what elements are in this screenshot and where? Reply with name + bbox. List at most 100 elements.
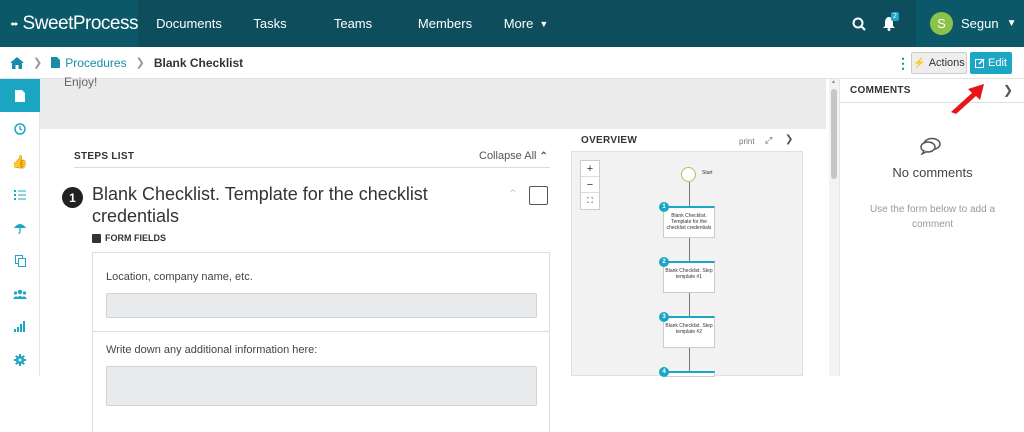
scroll-up-arrow-icon[interactable]: ▲ bbox=[831, 79, 836, 85]
user-menu[interactable]: S Segun ▼ bbox=[916, 0, 1024, 47]
zoom-controls: + − ⛶ bbox=[580, 160, 600, 210]
flow-node-1[interactable]: Blank Checklist. Template for the checkl… bbox=[663, 206, 715, 238]
form-fields-label: FORM FIELDS bbox=[105, 233, 166, 243]
comments-header: COMMENTS bbox=[840, 79, 1024, 103]
expand-icon[interactable]: ⤢ bbox=[765, 135, 772, 146]
flow-connector bbox=[689, 348, 690, 371]
chevron-right-icon[interactable]: ❯ bbox=[1003, 83, 1013, 97]
zoom-in-button[interactable]: + bbox=[581, 161, 599, 177]
flow-start-label: Start bbox=[702, 170, 713, 176]
flow-node-3[interactable]: Blank Checklist. Step template #2 bbox=[663, 316, 715, 348]
step-number: 1 bbox=[62, 187, 83, 208]
rail-team[interactable] bbox=[0, 277, 40, 310]
bar-chart-icon bbox=[14, 321, 25, 332]
chevron-right-icon: ❯ bbox=[33, 57, 43, 69]
rail-stats[interactable] bbox=[0, 310, 40, 343]
comments-icon bbox=[920, 137, 941, 155]
chevron-up-icon[interactable]: ⌃ bbox=[508, 187, 518, 201]
breadcrumb-current: Blank Checklist bbox=[153, 55, 244, 70]
flowchart-canvas[interactable]: + − ⛶ Start Blank Checklist. Template fo… bbox=[571, 151, 803, 377]
fit-view-button[interactable]: ⛶ bbox=[581, 193, 599, 209]
nav-more[interactable]: More ▼ bbox=[484, 0, 568, 47]
breadcrumb-procedures[interactable]: Procedures bbox=[65, 56, 126, 70]
chevron-right-icon: ❯ bbox=[135, 57, 145, 69]
nav-teams[interactable]: Teams bbox=[300, 0, 406, 47]
users-icon bbox=[13, 289, 27, 299]
field-label-additional-info: Write down any additional information he… bbox=[106, 344, 318, 356]
comments-title: COMMENTS bbox=[850, 85, 911, 96]
nav-more-label: More bbox=[503, 16, 534, 31]
step-title[interactable]: Blank Checklist. Template for the checkl… bbox=[92, 183, 502, 227]
rail-settings[interactable] bbox=[0, 343, 40, 376]
top-navbar: SweetProcess Documents Tasks Teams Membe… bbox=[0, 0, 1024, 47]
brand-name: SweetProcess bbox=[22, 12, 139, 34]
form-fields-card: Location, company name, etc. Write down … bbox=[92, 252, 550, 432]
umbrella-icon bbox=[14, 223, 26, 234]
form-fields-heading: FORM FIELDS bbox=[92, 233, 166, 243]
divider bbox=[74, 167, 550, 168]
edit-button[interactable]: Edit bbox=[970, 52, 1012, 74]
main-scrollbar[interactable]: ▲ bbox=[829, 79, 839, 376]
no-comments-title: No comments bbox=[892, 165, 973, 180]
additional-info-input[interactable] bbox=[106, 366, 537, 406]
scroll-thumb[interactable] bbox=[831, 89, 837, 179]
flow-connector bbox=[689, 238, 690, 261]
edit-label: Edit bbox=[988, 57, 1007, 69]
more-options-icon[interactable]: ⋮ bbox=[896, 55, 910, 72]
rail-checklist[interactable] bbox=[0, 178, 40, 211]
thumbs-up-icon: 👍 bbox=[11, 153, 29, 169]
nav-right: 2 S Segun ▼ bbox=[852, 0, 1024, 47]
location-input[interactable] bbox=[106, 293, 537, 318]
flow-node-number: 2 bbox=[659, 257, 669, 267]
step-checkbox[interactable] bbox=[529, 186, 548, 205]
document-icon bbox=[51, 57, 61, 68]
main-nav: Documents Tasks Teams Members More ▼ bbox=[138, 0, 568, 47]
flow-node-4[interactable] bbox=[663, 371, 715, 377]
avatar: S bbox=[930, 12, 953, 35]
chevron-down-icon: ▼ bbox=[539, 18, 549, 29]
document-icon bbox=[15, 89, 25, 102]
notifications-button[interactable]: 2 bbox=[882, 11, 899, 32]
user-name: Segun bbox=[961, 16, 999, 31]
steps-list-title: STEPS LIST bbox=[74, 151, 135, 162]
pencil-square-icon bbox=[92, 233, 101, 243]
actions-button[interactable]: ⚡ Actions bbox=[911, 52, 967, 74]
collapse-all-label: Collapse All bbox=[479, 150, 537, 162]
search-icon[interactable] bbox=[852, 17, 866, 31]
left-rail: 👍 bbox=[0, 79, 40, 376]
flow-node-number: 1 bbox=[659, 202, 669, 212]
overview-title: OVERVIEW bbox=[581, 135, 638, 146]
rail-copies[interactable] bbox=[0, 244, 40, 277]
copy-icon bbox=[14, 254, 26, 267]
rail-document[interactable] bbox=[0, 79, 40, 112]
comments-panel: COMMENTS ❯ No comments Use the form belo… bbox=[839, 79, 1024, 376]
breadcrumb: ❯ Procedures ❯ Blank Checklist ⋮ ⚡ Actio… bbox=[0, 47, 1024, 79]
flow-connector bbox=[689, 182, 690, 206]
print-link[interactable]: print bbox=[739, 137, 755, 146]
chevron-up-icon: ⌃ bbox=[539, 151, 548, 162]
overview-panel: OVERVIEW print ⤢ ❯ + − ⛶ Start Blank Che… bbox=[571, 130, 811, 377]
brand-logo[interactable]: SweetProcess bbox=[0, 0, 139, 47]
chevron-right-icon[interactable]: ❯ bbox=[785, 134, 793, 145]
flow-node-number: 3 bbox=[659, 312, 669, 322]
rail-history[interactable] bbox=[0, 112, 40, 145]
nav-members[interactable]: Members bbox=[406, 0, 484, 47]
intro-text: Enjoy! bbox=[64, 75, 98, 89]
divider bbox=[93, 331, 549, 332]
nav-documents[interactable]: Documents bbox=[138, 0, 240, 47]
zoom-out-button[interactable]: − bbox=[581, 177, 599, 193]
rail-approvals[interactable]: 👍 bbox=[0, 145, 40, 178]
home-icon[interactable] bbox=[10, 56, 24, 69]
flow-node-2[interactable]: Blank Checklist. Step template #1 bbox=[663, 261, 715, 293]
rail-policies[interactable] bbox=[0, 211, 40, 244]
sweetprocess-logo-icon bbox=[10, 21, 18, 26]
nav-tasks[interactable]: Tasks bbox=[240, 0, 300, 47]
main-content: Enjoy! STEPS LIST Collapse All ⌃ 1 Blank… bbox=[40, 75, 826, 432]
procedure-description: Enjoy! bbox=[40, 75, 826, 129]
collapse-all-button[interactable]: Collapse All ⌃ bbox=[479, 150, 548, 162]
list-check-icon bbox=[14, 190, 26, 200]
edit-icon bbox=[975, 58, 985, 68]
chevron-down-icon: ▼ bbox=[1006, 18, 1017, 29]
field-label-location: Location, company name, etc. bbox=[106, 271, 253, 283]
gear-icon bbox=[14, 353, 26, 366]
